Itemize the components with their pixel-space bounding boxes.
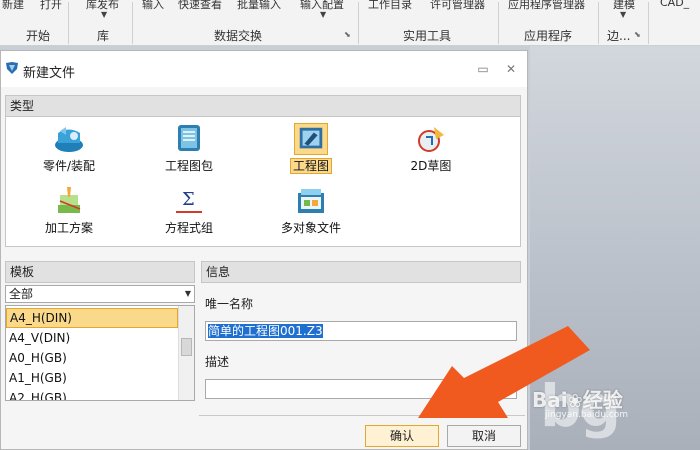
2d-sketch-icon [418,127,444,152]
app-icon [6,62,18,74]
template-item[interactable]: A0_H(GB) [6,348,178,368]
ribbon-import-button[interactable]: 输入 [142,0,164,12]
ribbon-cad-tab[interactable]: CAD_ [660,0,689,9]
watermark: Bai❀经验 [532,384,623,413]
confirm-button[interactable]: 确认 [365,425,439,447]
type-multi-object-file[interactable]: 多对象文件 [256,183,366,243]
ribbon-workdir-button[interactable]: 工作目录 [368,0,412,12]
type-section-header: 类型 [5,95,521,117]
type-2d-sketch[interactable]: 2D草图 [376,121,486,181]
info-section-header: 信息 [201,261,521,283]
ribbon-group-applications: 应用程序 [524,29,573,43]
type-list: 零件/装配 工程图包 工程图 2D草图 加工方案 Σ 方程式组 多对象文件 [5,117,521,247]
type-equation-set[interactable]: Σ 方程式组 [134,183,244,243]
dialog-launcher-icon[interactable]: ⬊ [344,30,351,39]
type-label: 2D草图 [410,159,452,173]
type-label: 工程图 [256,157,366,174]
dialog-launcher-icon[interactable]: ⬊ [634,30,641,39]
ribbon-group-library: 库 [97,29,110,43]
ribbon-divider [498,2,499,44]
type-label: 工程图包 [164,159,213,173]
chevron-down-icon[interactable]: ▼ [101,10,107,19]
description-label: 描述 [205,355,230,369]
watermark-url: jingyan.baidu.com [545,410,629,420]
type-label-selected: 工程图 [289,158,332,174]
ribbon-divider [68,2,69,44]
ribbon-quick-view-button[interactable]: 快速查看 [178,0,222,12]
ribbon-open-button[interactable]: 打开 [40,0,62,12]
machining-plan-icon [58,187,81,213]
dialog-title: 新建文件 [23,66,76,81]
ribbon-batch-import-button[interactable]: 批量输入 [237,0,281,12]
drawing-pack-icon [178,125,200,151]
new-file-dialog: 新建文件 ▭ ✕ 类型 零件/装配 工程图包 工程图 2D草图 加工方案 Σ 方… [0,50,528,450]
ribbon-group-edge: 边... [607,29,631,43]
paw-icon: ❀ [567,391,583,412]
template-scrollbar[interactable] [178,306,194,400]
watermark-brand-2: 经验 [582,388,623,412]
unique-name-value: 简单的工程图001.Z3 [208,324,323,338]
type-drawing-pack[interactable]: 工程图包 [134,121,244,181]
watermark-brand: Bai [532,388,568,412]
ribbon-app-manager-button[interactable]: 应用程序管理器 [508,0,585,12]
type-label: 多对象文件 [280,221,341,235]
chevron-down-icon[interactable]: ▼ [185,286,191,302]
ribbon-license-button[interactable]: 许可管理器 [430,0,485,12]
ribbon-divider [132,2,133,44]
chevron-down-icon[interactable]: ▼ [320,10,326,19]
drawing-icon [294,123,328,155]
help-icon[interactable]: ▭ [475,61,491,77]
type-label: 方程式组 [164,221,213,235]
template-list: A4_H(DIN) A4_V(DIN) A0_H(GB) A1_H(GB) A2… [5,305,195,401]
ribbon-group-data-exchange: 数据交换 [214,29,263,43]
template-filter-select[interactable]: 全部 ▼ [5,285,195,303]
close-icon[interactable]: ✕ [503,61,519,77]
multi-object-file-icon [298,189,324,213]
scrollbar-thumb[interactable] [181,338,192,356]
ribbon-new-button[interactable]: 新建 [2,0,24,12]
description-input[interactable] [205,379,517,399]
template-item[interactable]: A4_V(DIN) [6,328,178,348]
template-section-header: 模板 [5,261,195,283]
chevron-down-icon[interactable]: ▼ [620,10,626,19]
ribbon-group-utilities: 实用工具 [403,29,452,43]
type-part-assembly[interactable]: 零件/装配 [14,121,124,181]
template-item[interactable]: A1_H(GB) [6,368,178,388]
type-machining-plan[interactable]: 加工方案 [14,183,124,243]
svg-text:Σ: Σ [182,189,195,210]
cancel-button[interactable]: 取消 [447,425,521,447]
ribbon-divider [598,2,599,44]
unique-name-label: 唯一名称 [205,297,254,311]
template-item[interactable]: A2_H(GB) [6,388,178,400]
template-item[interactable]: A4_H(DIN) [6,308,178,328]
button-divider [199,415,525,416]
ribbon-toolbar: 新建 打开 库发布 ▼ 输入 快速查看 批量输入 输入配置 ▼ 工作目录 许可管… [0,0,700,46]
unique-name-input[interactable]: 简单的工程图001.Z3 [205,321,517,341]
equation-set-icon: Σ [176,189,202,213]
ribbon-group-start: 开始 [26,29,51,43]
ribbon-divider [648,2,649,44]
ribbon-divider [358,2,359,44]
type-drawing[interactable]: 工程图 [256,121,366,181]
dialog-titlebar: 新建文件 ▭ ✕ [1,51,527,87]
template-filter-value: 全部 [9,287,34,301]
type-label: 加工方案 [44,221,93,235]
part-assembly-icon [55,127,83,152]
type-label: 零件/装配 [42,159,96,173]
